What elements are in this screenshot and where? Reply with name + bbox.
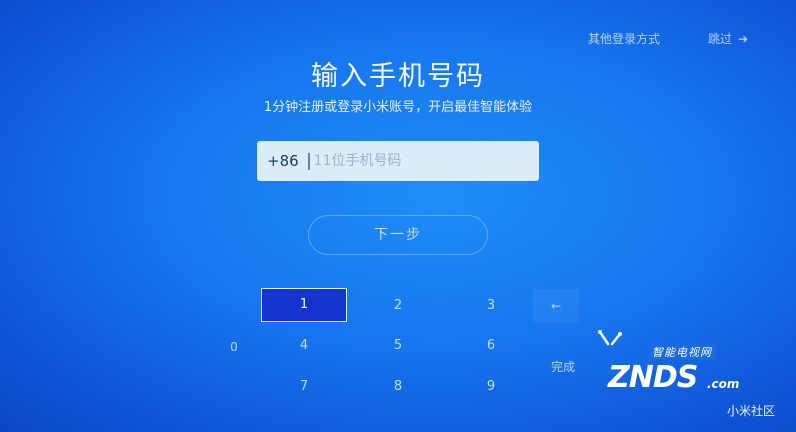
skip-label: 跳过 [708,32,733,46]
key-5[interactable]: 5 [355,329,441,363]
country-code: +86 [267,152,299,170]
other-login-methods-link[interactable]: 其他登录方式 [588,30,660,47]
page-title: 输入手机号码 [311,61,485,92]
phone-number-field[interactable]: +86 [257,141,539,181]
key-6[interactable]: 6 [448,329,534,363]
znds-domain-suffix: .com [707,377,740,391]
next-button[interactable]: 下一步 [308,215,488,255]
key-9[interactable]: 9 [448,370,534,404]
text-cursor [307,152,310,170]
community-label: 小米社区 [727,404,776,418]
key-8[interactable]: 8 [355,370,441,404]
key-0[interactable]: 0 [220,340,248,354]
znds-tagline: 智能电视网 [648,344,716,360]
key-3[interactable]: 3 [448,289,534,323]
skip-button[interactable]: 跳过 ➔ [708,30,748,47]
arrow-right-icon: ➔ [738,32,749,46]
phone-number-input[interactable] [313,153,514,169]
key-1[interactable]: 1 [261,288,347,322]
page-subtitle: 1分钟注册或登录小米账号，开启最佳智能体验 [263,100,533,115]
done-key[interactable]: 完成 [540,358,586,375]
znds-logo-text: ZNDS [608,360,698,395]
key-2[interactable]: 2 [355,289,441,323]
delete-key[interactable]: ← [533,289,579,323]
key-7[interactable]: 7 [261,370,347,404]
key-4[interactable]: 4 [261,329,347,363]
